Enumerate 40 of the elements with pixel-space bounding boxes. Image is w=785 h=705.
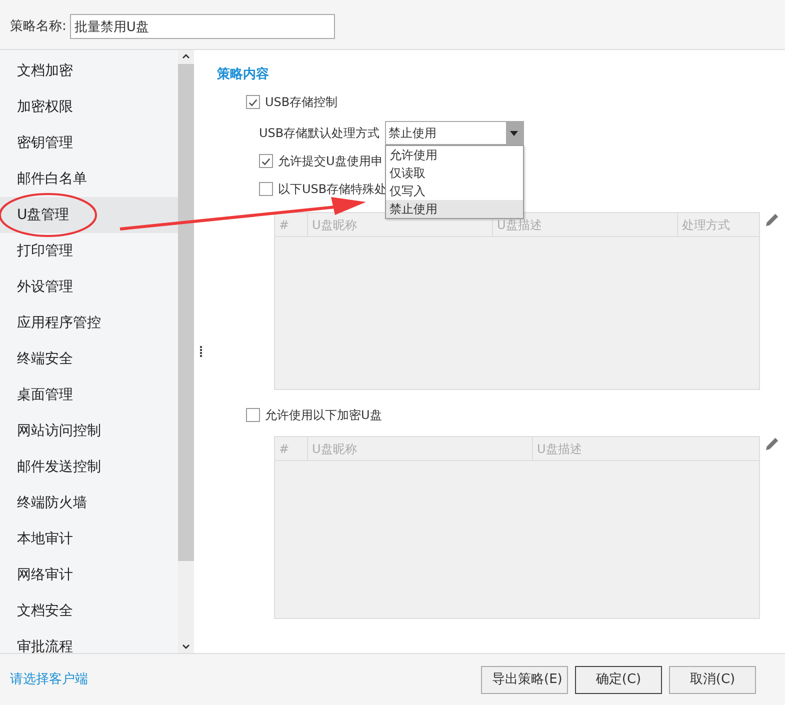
sidebar-item[interactable]: 终端防火墙 — [0, 485, 178, 521]
dialog-button[interactable]: 确定(C) — [575, 666, 662, 694]
sidebar-item[interactable]: 审批流程 — [0, 629, 178, 653]
sidebar-item[interactable]: 邮件白名单 — [0, 161, 178, 197]
sidebar-item[interactable]: U盘管理 — [0, 197, 178, 233]
field-label: 策略名称: — [10, 18, 66, 36]
sidebar-item[interactable]: 外设管理 — [0, 269, 178, 305]
checkbox[interactable] — [246, 408, 260, 422]
checkbox-label: USB存储控制 — [265, 94, 338, 111]
dropdown-option[interactable]: 仅读取 — [386, 164, 523, 182]
pencil-icon[interactable] — [765, 212, 780, 227]
dropdown-option[interactable]: 仅写入 — [386, 182, 523, 200]
scrollbar[interactable] — [178, 50, 194, 653]
checkbox[interactable] — [246, 95, 260, 109]
sidebar-item[interactable]: 网络审计 — [0, 557, 178, 593]
dialog-button[interactable]: 导出策略(E) — [481, 666, 568, 694]
checkbox[interactable] — [259, 154, 273, 168]
dropdown-option[interactable]: 允许使用 — [386, 146, 523, 164]
sidebar-item[interactable]: 邮件发送控制 — [0, 449, 178, 485]
checkbox-label: 允许使用以下加密U盘 — [265, 407, 382, 424]
sidebar-item[interactable]: 密钥管理 — [0, 125, 178, 161]
sidebar-item[interactable]: 应用程序管控 — [0, 305, 178, 341]
sidebar-item[interactable]: 文档加密 — [0, 53, 178, 89]
sidebar-item[interactable]: 网站访问控制 — [0, 413, 178, 449]
sidebar-item[interactable]: 终端安全 — [0, 341, 178, 377]
checkbox-label: 以下USB存储特殊处 — [278, 181, 387, 198]
splitter-handle[interactable] — [200, 346, 202, 358]
dropdown-option[interactable]: 禁止使用 — [386, 200, 523, 218]
section-title: 策略内容 — [217, 66, 269, 84]
checkbox[interactable] — [259, 182, 273, 196]
sidebar-item[interactable]: 本地审计 — [0, 521, 178, 557]
policy-name-field[interactable]: 批量禁用U盘 — [70, 14, 336, 39]
dialog-button[interactable]: 取消(C) — [669, 666, 756, 694]
checkbox-label: 允许提交U盘使用申 — [278, 153, 383, 170]
sidebar-item[interactable]: 打印管理 — [0, 233, 178, 269]
pencil-icon[interactable] — [765, 436, 780, 451]
sidebar-item[interactable]: 桌面管理 — [0, 377, 178, 413]
sidebar-item[interactable]: 加密权限 — [0, 89, 178, 125]
sidebar-item[interactable]: 文档安全 — [0, 593, 178, 629]
field-label: USB存储默认处理方式 — [259, 125, 380, 142]
